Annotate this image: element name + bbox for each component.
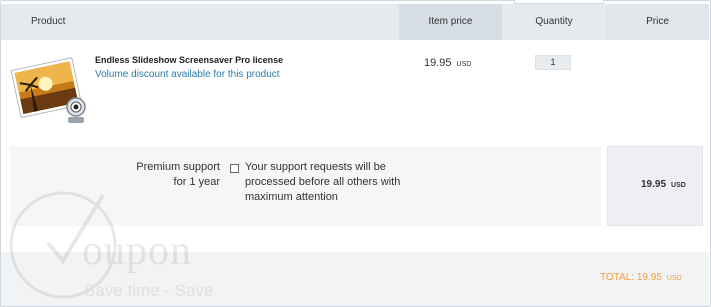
support-label-line1: Premium support: [136, 161, 220, 173]
premium-support-row: Premium support for 1 year Your support …: [10, 146, 601, 226]
support-price-value: 19.95: [641, 179, 667, 190]
support-price-currency: USD: [671, 182, 686, 189]
header-quantity: Quantity: [535, 16, 573, 27]
support-description: Your support requests will be processed …: [245, 161, 401, 203]
support-price-cell: 19.95 USD: [607, 146, 703, 226]
total-label: TOTAL: 19.95: [600, 272, 662, 283]
item-price: 19.95 USD: [424, 57, 471, 69]
header-item-price: Item price: [399, 4, 502, 40]
quantity-field[interactable]: 1: [535, 55, 571, 70]
header-product: Product: [31, 16, 66, 27]
total: TOTAL: 19.95 USD: [600, 272, 682, 283]
photo-slideshow-icon: [10, 53, 90, 127]
support-label-line2: for 1 year: [173, 176, 220, 188]
total-currency: USD: [666, 275, 682, 282]
product-name: Endless Slideshow Screensaver Pro licens…: [95, 55, 284, 65]
support-label: Premium support for 1 year: [120, 160, 220, 190]
volume-discount-link[interactable]: Volume discount available for this produ…: [95, 69, 280, 80]
cart-header: Product Item price Quantity Price: [1, 4, 709, 40]
item-price-value: 19.95: [424, 57, 452, 69]
support-price: 19.95 USD: [641, 179, 686, 190]
premium-support-checkbox[interactable]: [230, 164, 239, 173]
item-price-currency: USD: [456, 61, 472, 68]
header-price: Price: [606, 4, 709, 40]
